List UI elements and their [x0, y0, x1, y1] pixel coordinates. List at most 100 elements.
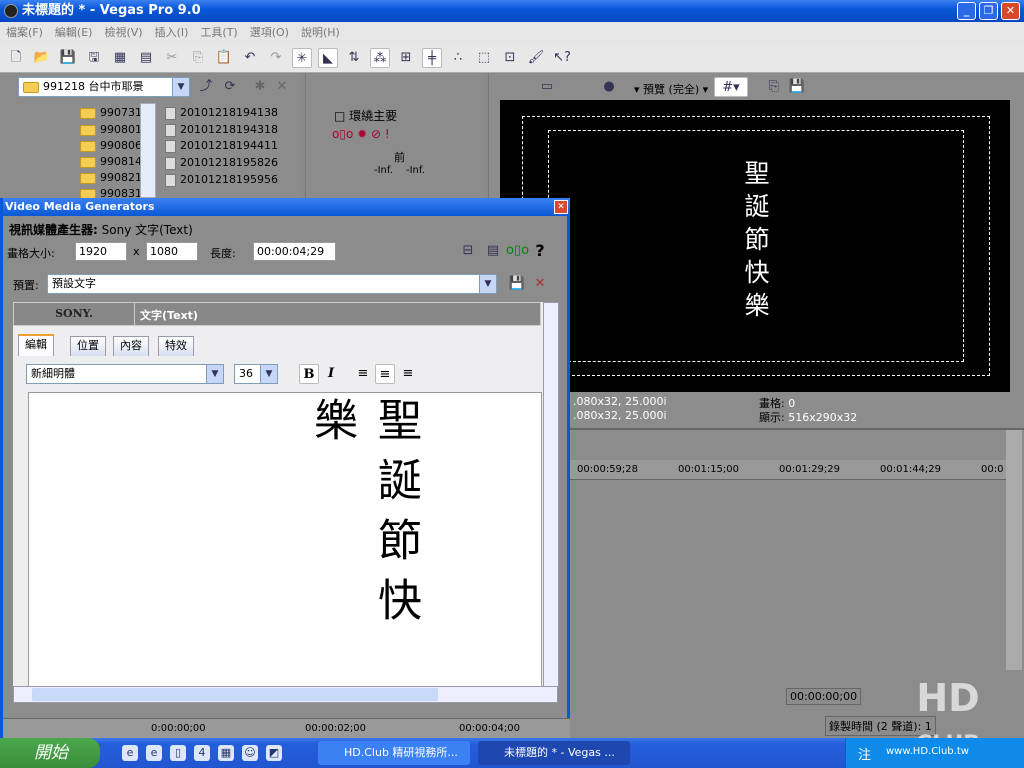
explorer-path-dropdown[interactable]: 991218 台中市耶景 ▼ [18, 77, 190, 97]
preview-text: 聖誕節快樂 [741, 160, 770, 325]
quicklaunch-icon[interactable]: ◩ [266, 745, 282, 761]
italic-button[interactable]: I [321, 364, 341, 384]
save-preset-icon[interactable]: 💾 [507, 274, 527, 294]
refresh-icon[interactable]: ⟳ [220, 77, 240, 97]
font-dropdown[interactable]: 新細明體 ▼ [26, 364, 224, 384]
dialog-close-button[interactable]: ✕ [554, 200, 568, 214]
align-right-icon[interactable]: ≡ [398, 364, 418, 384]
start-button[interactable]: 開始 [0, 738, 100, 768]
width-input[interactable]: 1920 [75, 242, 127, 261]
editor-vscroll[interactable] [543, 302, 559, 688]
delete-preset-icon[interactable]: ✕ [530, 274, 550, 294]
align-center-icon[interactable]: ≡ [375, 364, 395, 384]
by-label: x [133, 245, 140, 258]
preset-dropdown[interactable]: 預設文字 ▼ [47, 274, 497, 294]
length-label: 長度: [210, 247, 236, 260]
new-folder-icon[interactable]: ✱ [250, 77, 270, 97]
font-size-dropdown[interactable]: 36 ▼ [234, 364, 278, 384]
menu-edit[interactable]: 編輯(E) [55, 26, 93, 39]
menu-tools[interactable]: 工具(T) [200, 26, 237, 39]
ruler-tick: 00:00:02;00 [305, 723, 367, 734]
copy-icon[interactable]: ⎘ [188, 48, 208, 68]
save-icon[interactable]: 💾 [58, 48, 78, 68]
envelope-tool-icon[interactable]: ∴ [448, 48, 468, 68]
close-button[interactable]: ✕ [1001, 2, 1020, 20]
help-icon[interactable]: ? [530, 241, 550, 261]
snap-icon[interactable]: ✳ [292, 48, 312, 68]
ignore-grouping-icon[interactable]: ⁂ [370, 48, 390, 68]
overlays-grid-icon[interactable]: #▾ [714, 77, 748, 97]
tree-folder[interactable]: 990731 [80, 104, 142, 122]
menu-options[interactable]: 選項(O) [250, 26, 289, 39]
vegas-app-icon [4, 4, 18, 18]
paste-icon[interactable]: 📋 [214, 48, 234, 68]
copy-snapshot-icon[interactable]: ⎘ [764, 77, 784, 97]
tab-edit[interactable]: 編輯 [18, 334, 54, 356]
chevron-down-icon[interactable]: ▼ [172, 78, 189, 96]
preview-effects-icon[interactable]: ● [599, 77, 619, 97]
save-as-icon[interactable]: 🖫 [84, 48, 104, 68]
cut-icon[interactable]: ✂ [162, 48, 182, 68]
menu-insert[interactable]: 插入(I) [155, 26, 189, 39]
tab-content[interactable]: 內容 [113, 336, 149, 356]
text-input-area[interactable]: 聖誕節快樂 [28, 392, 542, 692]
tab-effects[interactable]: 特效 [158, 336, 194, 356]
delete-icon[interactable]: ✕ [272, 77, 292, 97]
menu-file[interactable]: 檔案(F) [6, 26, 43, 39]
messenger-icon[interactable]: ☺ [242, 745, 258, 761]
quicklaunch-icon[interactable]: e [122, 745, 138, 761]
menu-view[interactable]: 檢視(V) [104, 26, 142, 39]
ie-icon[interactable]: e [146, 745, 162, 761]
help-icon[interactable]: ↖? [552, 48, 572, 68]
minimize-button[interactable]: _ [957, 2, 976, 20]
file-item[interactable]: 20101218195956 [165, 171, 278, 189]
undo-icon[interactable]: ↶ [240, 48, 260, 68]
file-item[interactable]: 20101218195826 [165, 154, 278, 172]
ruler-tick: 00:01:44;29 [880, 464, 942, 475]
keyframe-ruler[interactable]: 0:00:00;00 00:00:02;00 00:00:04;00 [3, 718, 570, 738]
properties-icon[interactable]: ▤ [483, 241, 503, 261]
new-icon[interactable]: 🗋 [6, 48, 26, 68]
up-folder-icon[interactable]: ⤴ [196, 77, 216, 97]
ime-icon[interactable]: 注 [858, 744, 871, 763]
timeline-vscroll[interactable] [1006, 430, 1022, 670]
tree-scrollbar[interactable] [140, 103, 156, 198]
quicklaunch-icon[interactable]: 4 [194, 745, 210, 761]
maximize-button[interactable]: ❐ [979, 2, 998, 20]
fit-icon[interactable]: ⊟ [458, 241, 478, 261]
file-item[interactable]: 20101218194411 [165, 137, 278, 155]
bold-button[interactable]: B [299, 364, 319, 384]
taskbar-ie-window[interactable]: HD.Club 精研視務所... [318, 741, 470, 765]
channel-label: 前 [394, 151, 405, 164]
paint-icon[interactable]: 🖌 [526, 48, 546, 68]
zoom-tool-icon[interactable]: ⊡ [500, 48, 520, 68]
mixer-panel: □ 環繞主要 o▯o ✹ ⊘ ! 前 -Inf. -Inf. [305, 73, 485, 198]
tab-position[interactable]: 位置 [70, 336, 106, 356]
lock-envelope-icon[interactable]: ⇅ [344, 48, 364, 68]
text-editor-area: SONY. 文字(Text) 編輯 位置 內容 特效 新細明體 ▼ 36 ▼ B I… [13, 302, 559, 692]
preview-quality-dropdown[interactable]: ▾ 預覽 (完全) ▾ [634, 81, 708, 97]
length-input[interactable]: 00:00:04;29 [253, 242, 336, 261]
plugin-chain-icon[interactable]: o▯o [506, 241, 529, 261]
menu-help[interactable]: 說明(H) [301, 26, 340, 39]
save-snapshot-icon[interactable]: 💾 [787, 77, 807, 97]
quicklaunch-icon[interactable]: ▦ [218, 745, 234, 761]
selection-tool-icon[interactable]: ⬚ [474, 48, 494, 68]
editor-hscroll[interactable] [13, 686, 558, 703]
redo-icon[interactable]: ↷ [266, 48, 286, 68]
taskbar-vegas-window[interactable]: 未標題的 * - Vegas ... [478, 741, 630, 765]
render-icon[interactable]: ▦ [110, 48, 130, 68]
bus-controls-icons[interactable]: o▯o ✹ ⊘ ! [332, 127, 390, 141]
properties-icon[interactable]: ▤ [136, 48, 156, 68]
quicklaunch-icon[interactable]: ▯ [170, 745, 186, 761]
normal-edit-tool-icon[interactable]: ╪ [422, 48, 442, 68]
preview-device-icon[interactable]: ▭ [537, 77, 557, 97]
path-text: 991218 台中市耶景 [43, 80, 144, 93]
zoom-lock-icon[interactable]: ⊞ [396, 48, 416, 68]
auto-ripple-icon[interactable]: ◣ [318, 48, 338, 68]
align-left-icon[interactable]: ≡ [353, 364, 373, 384]
folder-icon [23, 81, 39, 93]
open-icon[interactable]: 📂 [32, 48, 52, 68]
height-input[interactable]: 1080 [146, 242, 198, 261]
file-item[interactable]: 20101218194138 [165, 104, 278, 122]
